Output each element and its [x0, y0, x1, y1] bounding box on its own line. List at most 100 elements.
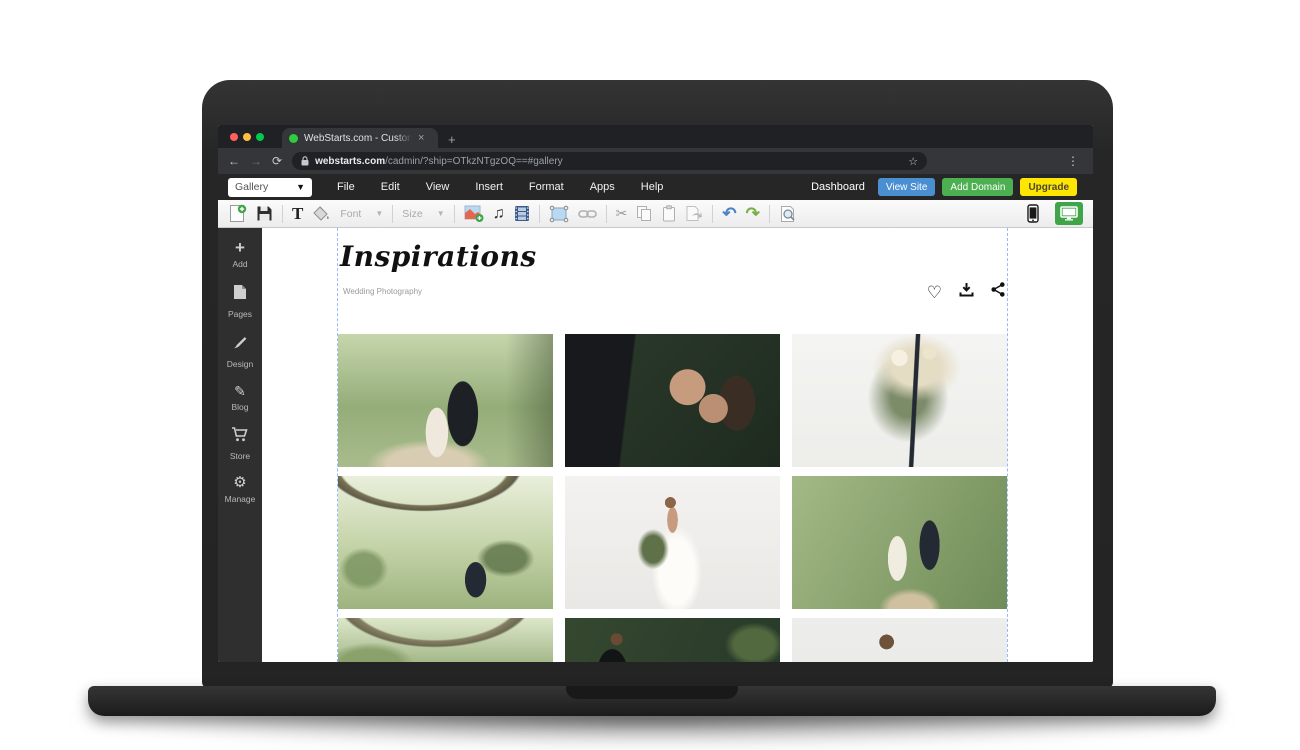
menu-item-apps[interactable]: Apps: [577, 181, 628, 193]
sidebar-item-label: Add: [232, 259, 247, 269]
menu-item-format[interactable]: Format: [516, 181, 577, 193]
browser-window: WebStarts.com - Custom Webs × + ← → ⟳ we…: [218, 125, 1093, 662]
dashboard-link[interactable]: Dashboard: [811, 181, 865, 193]
plus-icon: +: [235, 241, 245, 255]
editor-menu: File Edit View Insert Format Apps Help: [324, 181, 676, 193]
sidebar-item-store[interactable]: Store: [230, 427, 250, 461]
editor-toolbar: T Font ▼ Size ▼: [218, 200, 1093, 228]
toolbar-separator: [282, 205, 283, 223]
preview-icon[interactable]: [779, 205, 797, 223]
font-dropdown[interactable]: Font ▼: [340, 208, 383, 220]
page-canvas[interactable]: Inspirations Wedding Photography ♡: [262, 228, 1093, 662]
window-minimize-button[interactable]: [243, 133, 251, 141]
redo-icon[interactable]: ↷: [746, 204, 760, 224]
laptop-mockup: WebStarts.com - Custom Webs × + ← → ⟳ we…: [0, 0, 1300, 750]
gallery-actions: ♡: [927, 282, 1005, 302]
new-page-icon[interactable]: [228, 204, 247, 223]
menu-item-insert[interactable]: Insert: [462, 181, 516, 193]
window-close-button[interactable]: [230, 133, 238, 141]
download-icon[interactable]: [959, 282, 974, 302]
laptop-base: [88, 686, 1216, 716]
toolbar-separator: [606, 205, 607, 223]
gallery-photo[interactable]: [565, 334, 780, 467]
desktop-view-button[interactable]: [1055, 202, 1083, 225]
page-guide-right: [1007, 228, 1008, 662]
gallery-photo[interactable]: [792, 334, 1007, 467]
add-domain-button[interactable]: Add Domain: [942, 178, 1013, 196]
browser-menu-icon[interactable]: ⋮: [1067, 154, 1083, 168]
gallery-photo[interactable]: [338, 334, 553, 467]
chevron-down-icon: ▼: [296, 182, 305, 192]
sidebar-item-design[interactable]: Design: [227, 334, 253, 369]
page-icon: [233, 284, 247, 305]
fill-color-icon[interactable]: [312, 205, 331, 222]
bookmark-star-icon[interactable]: ☆: [908, 155, 918, 168]
view-site-button[interactable]: View Site: [878, 178, 936, 196]
tab-close-icon[interactable]: ×: [418, 133, 424, 144]
reload-icon[interactable]: ⟳: [272, 155, 282, 167]
shape-tool-icon[interactable]: [549, 205, 569, 223]
sidebar-item-label: Pages: [228, 309, 252, 319]
browser-tab[interactable]: WebStarts.com - Custom Webs ×: [282, 128, 438, 148]
chevron-down-icon: ▼: [375, 209, 383, 218]
share-icon[interactable]: [991, 282, 1005, 302]
chevron-down-icon: ▼: [437, 209, 445, 218]
menu-item-file[interactable]: File: [324, 181, 368, 193]
save-icon[interactable]: [256, 205, 273, 222]
editor-menubar: Gallery ▼ File Edit View Insert Format A…: [218, 174, 1093, 200]
toolbar-separator: [769, 205, 770, 223]
sidebar-item-label: Blog: [231, 402, 248, 412]
mobile-view-button[interactable]: [1019, 202, 1047, 225]
upgrade-button[interactable]: Upgrade: [1020, 178, 1077, 196]
laptop-screen-frame: WebStarts.com - Custom Webs × + ← → ⟳ we…: [202, 80, 1113, 688]
window-zoom-button[interactable]: [256, 133, 264, 141]
favorite-heart-icon[interactable]: ♡: [927, 284, 942, 301]
paste-icon[interactable]: [662, 205, 676, 222]
window-controls: [218, 125, 274, 148]
paste-in-place-icon[interactable]: [685, 205, 703, 222]
sidebar-item-label: Store: [230, 451, 250, 461]
sidebar-item-manage[interactable]: ⚙ Manage: [225, 476, 256, 504]
lock-icon: [301, 156, 309, 166]
paintbrush-icon: [232, 334, 248, 355]
gallery-photo[interactable]: [565, 618, 780, 662]
new-tab-button[interactable]: +: [448, 133, 456, 146]
laptop-base-notch: [566, 686, 738, 699]
menu-item-edit[interactable]: Edit: [368, 181, 413, 193]
gallery-title[interactable]: Inspirations: [340, 240, 537, 273]
copy-icon[interactable]: [636, 205, 653, 222]
browser-toolbar: ← → ⟳ webstarts.com/cadmin/?ship=OTkzNTg…: [218, 148, 1093, 174]
editor-workspace: + Add Pages Design: [218, 228, 1093, 662]
cart-icon: [231, 427, 248, 447]
device-preview-toggle: [1019, 202, 1083, 225]
text-tool-icon[interactable]: T: [292, 204, 303, 224]
sidebar-item-label: Manage: [225, 494, 256, 504]
address-bar[interactable]: webstarts.com/cadmin/?ship=OTkzNTgzOQ==#…: [292, 152, 927, 170]
size-dropdown-label: Size: [402, 208, 422, 220]
add-music-icon[interactable]: ♫: [493, 205, 505, 223]
gallery-photo[interactable]: [565, 476, 780, 609]
back-icon[interactable]: ←: [228, 155, 240, 167]
add-video-icon[interactable]: [514, 205, 530, 222]
pencil-icon: ✎: [234, 384, 246, 398]
gallery-photo[interactable]: [792, 476, 1007, 609]
add-image-icon[interactable]: [464, 205, 484, 223]
sidebar-item-add[interactable]: + Add: [232, 241, 247, 269]
gallery-photo[interactable]: [338, 476, 553, 609]
menu-item-help[interactable]: Help: [628, 181, 677, 193]
size-dropdown[interactable]: Size ▼: [402, 208, 444, 220]
cut-icon[interactable]: ✂: [616, 205, 628, 222]
menu-item-view[interactable]: View: [413, 181, 463, 193]
page-selector-dropdown[interactable]: Gallery ▼: [228, 178, 312, 197]
link-icon[interactable]: [578, 208, 597, 220]
gallery-photo[interactable]: [338, 618, 553, 662]
undo-icon[interactable]: ↶: [722, 204, 736, 224]
gallery-subtitle[interactable]: Wedding Photography: [343, 287, 422, 296]
tab-favicon-icon: [289, 134, 298, 143]
sidebar-item-blog[interactable]: ✎ Blog: [231, 384, 248, 412]
sidebar-item-pages[interactable]: Pages: [228, 284, 252, 319]
forward-icon[interactable]: →: [250, 155, 262, 167]
gallery-photo[interactable]: [792, 618, 1007, 662]
url-text: webstarts.com/cadmin/?ship=OTkzNTgzOQ==#…: [315, 156, 563, 167]
toolbar-separator: [454, 205, 455, 223]
